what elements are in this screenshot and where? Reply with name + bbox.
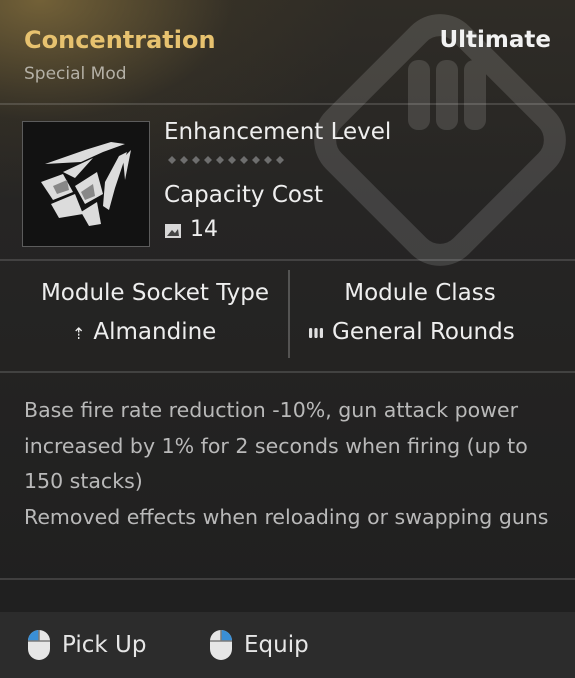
description-line: Removed effects when reloading or swappi… <box>24 504 549 529</box>
module-socket-type-value: ⇡ Almandine <box>72 319 217 345</box>
module-socket-type-label: Module Socket Type <box>40 280 270 306</box>
column-divider <box>288 270 290 358</box>
mod-concentration-icon <box>41 142 131 226</box>
enhancement-level-label: Enhancement Level <box>164 119 392 145</box>
mouse-right-click-icon <box>210 630 232 660</box>
enhancement-level-pips <box>168 156 284 164</box>
pick-up-label: Pick Up <box>62 632 147 658</box>
action-bar: Pick Up Equip <box>0 612 575 678</box>
item-tooltip-card: Concentration Special Mod Ultimate Enhan… <box>0 0 575 678</box>
mod-icon-frame <box>22 121 150 247</box>
mod-description: Base fire rate reduction -10%, gun attac… <box>24 393 554 535</box>
divider <box>0 371 575 373</box>
general-rounds-icon <box>309 328 323 338</box>
item-rarity: Ultimate <box>439 27 551 53</box>
item-type: Special Mod <box>24 64 127 84</box>
equip-label: Equip <box>244 632 309 658</box>
description-line: Base fire rate reduction -10%, gun attac… <box>24 398 528 493</box>
module-class-value: General Rounds <box>308 319 515 345</box>
divider <box>0 103 575 105</box>
capacity-cost-label: Capacity Cost <box>164 182 323 208</box>
capacity-icon <box>165 224 181 238</box>
item-name: Concentration <box>24 26 216 54</box>
divider <box>0 259 575 261</box>
pick-up-action[interactable]: Pick Up <box>26 628 146 662</box>
mouse-left-click-icon <box>28 630 50 660</box>
divider <box>0 578 575 580</box>
almandine-socket-icon: ⇡ <box>72 324 86 343</box>
module-class-label: Module Class <box>344 280 496 306</box>
equip-action[interactable]: Equip <box>208 628 309 662</box>
capacity-cost-value: 14 <box>190 217 218 242</box>
